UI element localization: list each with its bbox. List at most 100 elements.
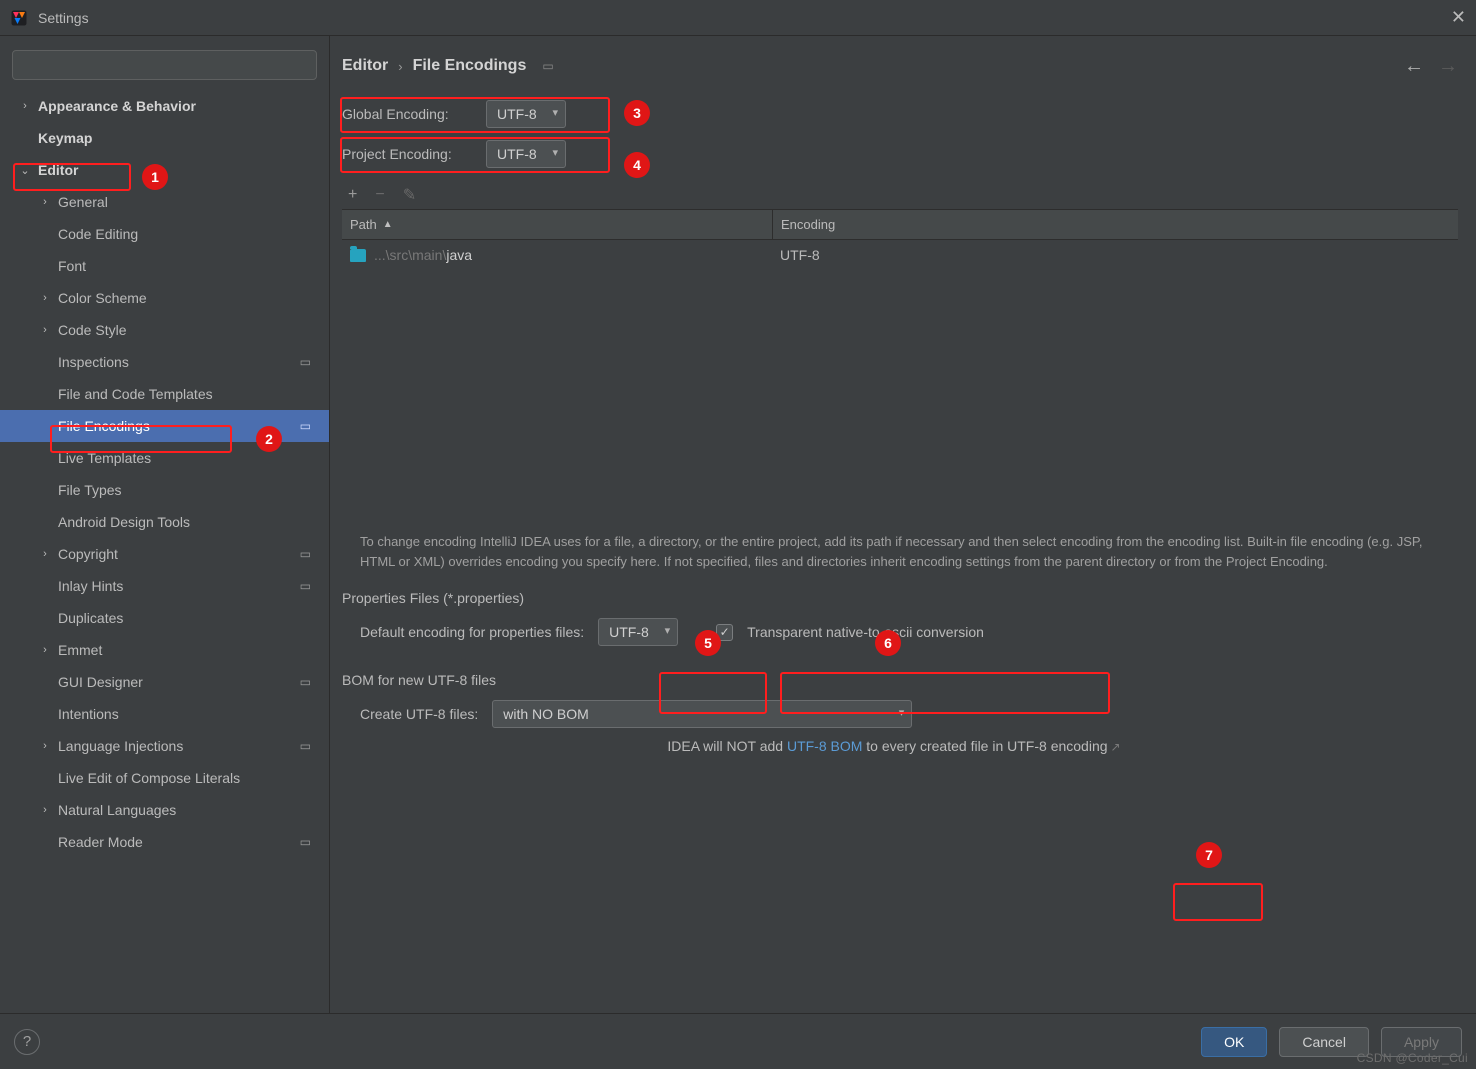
- chevron-icon: ›: [18, 100, 32, 112]
- tree-item-label: Code Style: [58, 322, 126, 338]
- help-icon[interactable]: ?: [14, 1029, 40, 1055]
- tree-item-live-edit-of-compose-literals[interactable]: Live Edit of Compose Literals: [0, 762, 329, 794]
- tree-item-gui-designer[interactable]: GUI Designer▭: [0, 666, 329, 698]
- project-scope-icon: ▭: [300, 739, 311, 753]
- nav-arrows: ← →: [1404, 55, 1458, 78]
- tree-item-label: Keymap: [38, 130, 92, 146]
- tree-item-label: File Encodings: [58, 418, 150, 434]
- tree-item-file-encodings[interactable]: File Encodings ▭: [0, 410, 329, 442]
- transparent-ascii-checkbox[interactable]: ✓: [716, 624, 733, 641]
- settings-tree: › Appearance & Behavior Keymap ⌄Editor › Gene…: [0, 90, 329, 1013]
- tree-item-label: Appearance & Behavior: [38, 98, 196, 114]
- close-icon[interactable]: ✕: [1451, 7, 1466, 28]
- chevron-icon: ›: [38, 740, 52, 752]
- back-icon[interactable]: ←: [1404, 55, 1424, 78]
- tree-item-reader-mode[interactable]: Reader Mode ▭: [0, 826, 329, 858]
- tree-item-label: File and Code Templates: [58, 386, 213, 402]
- tree-item-general[interactable]: › General: [0, 186, 329, 218]
- bom-note: IDEA will NOT add UTF-8 BOM to every cre…: [330, 736, 1458, 754]
- tree-item-language-injections[interactable]: ›Language Injections▭: [0, 730, 329, 762]
- tree-item-label: Reader Mode: [58, 834, 143, 850]
- project-scope-icon: ▭: [300, 579, 311, 593]
- tree-item-code-style[interactable]: › Code Style: [0, 314, 329, 346]
- tree-item-label: Natural Languages: [58, 802, 176, 818]
- tree-item-emmet[interactable]: ›Emmet: [0, 634, 329, 666]
- chevron-icon: ›: [38, 804, 52, 816]
- tree-item-label: General: [58, 194, 108, 210]
- project-scope-icon: ▭: [300, 419, 311, 433]
- tree-item-code-editing[interactable]: Code Editing: [0, 218, 329, 250]
- window-title: Settings: [38, 10, 1451, 26]
- tree-item-color-scheme[interactable]: › Color Scheme: [0, 282, 329, 314]
- tree-item-label: Font: [58, 258, 86, 274]
- create-utf8-combo[interactable]: with NO BOM: [492, 700, 912, 728]
- properties-default-combo[interactable]: UTF-8: [598, 618, 678, 646]
- tree-item-label: Live Templates: [58, 450, 151, 466]
- project-encoding-combo[interactable]: UTF-8: [486, 140, 566, 168]
- tree-item-inspections[interactable]: Inspections ▭: [0, 346, 329, 378]
- tree-item-intentions[interactable]: Intentions: [0, 698, 329, 730]
- tree-item-label: Intentions: [58, 706, 119, 722]
- project-scope-icon: ▭: [300, 547, 311, 561]
- search-input[interactable]: [12, 50, 317, 80]
- col-path-header[interactable]: Path: [350, 217, 377, 232]
- tree-item-android-design-tools[interactable]: Android Design Tools: [0, 506, 329, 538]
- utf8-bom-link[interactable]: UTF-8 BOM: [787, 738, 862, 754]
- bom-section-title: BOM for new UTF-8 files: [330, 654, 1458, 692]
- tree-item-natural-languages[interactable]: › Natural Languages: [0, 794, 329, 826]
- folder-icon: [350, 249, 366, 262]
- sidebar: › Appearance & Behavior Keymap ⌄Editor › Gene…: [0, 36, 330, 1013]
- tree-item-label: GUI Designer: [58, 674, 143, 690]
- edit-icon[interactable]: ✎: [403, 185, 416, 205]
- tree-item-inlay-hints[interactable]: Inlay Hints ▭: [0, 570, 329, 602]
- col-encoding-header[interactable]: Encoding: [781, 217, 835, 232]
- tree-item-appearance-behavior[interactable]: › Appearance & Behavior: [0, 90, 329, 122]
- tree-item-label: File Types: [58, 482, 122, 498]
- path-table: Path ▲ Encoding ...\src\main\javaUTF-8: [342, 210, 1458, 520]
- chevron-icon: ›: [38, 324, 52, 336]
- tree-item-label: Editor: [38, 162, 78, 178]
- help-text: To change encoding IntelliJ IDEA uses fo…: [330, 520, 1458, 572]
- tree-item-label: Inspections: [58, 354, 129, 370]
- table-row[interactable]: ...\src\main\javaUTF-8: [342, 240, 1458, 270]
- intellij-icon: [10, 9, 28, 27]
- bottom-bar: ? OK Cancel Apply: [0, 1013, 1476, 1069]
- project-scope-icon: ▭: [300, 355, 311, 369]
- tree-item-label: Emmet: [58, 642, 102, 658]
- row-encoding: UTF-8: [772, 247, 1458, 263]
- add-icon[interactable]: +: [348, 186, 357, 204]
- tree-item-label: Inlay Hints: [58, 578, 123, 594]
- tree-item-copyright[interactable]: ›Copyright▭: [0, 538, 329, 570]
- tree-item-keymap[interactable]: Keymap: [0, 122, 329, 154]
- tree-item-font[interactable]: Font: [0, 250, 329, 282]
- tree-item-label: Duplicates: [58, 610, 123, 626]
- transparent-ascii-label: Transparent native-to-ascii conversion: [747, 624, 984, 640]
- global-encoding-label: Global Encoding:: [342, 106, 472, 122]
- global-encoding-combo[interactable]: UTF-8: [486, 100, 566, 128]
- forward-icon: →: [1438, 55, 1458, 78]
- tree-item-label: Copyright: [58, 546, 118, 562]
- ok-button[interactable]: OK: [1201, 1027, 1267, 1057]
- chevron-icon: ›: [38, 292, 52, 304]
- project-scope-icon: ▭: [300, 835, 311, 849]
- tree-item-editor[interactable]: ⌄Editor: [0, 154, 329, 186]
- cancel-button[interactable]: Cancel: [1279, 1027, 1369, 1057]
- tree-item-duplicates[interactable]: Duplicates: [0, 602, 329, 634]
- tree-item-label: Code Editing: [58, 226, 138, 242]
- titlebar: Settings ✕: [0, 0, 1476, 36]
- tree-item-live-templates[interactable]: Live Templates: [0, 442, 329, 474]
- chevron-icon: ›: [38, 196, 52, 208]
- external-link-icon: ↗: [1111, 740, 1121, 754]
- tree-item-file-types[interactable]: File Types: [0, 474, 329, 506]
- tree-item-file-and-code-templates[interactable]: File and Code Templates: [0, 378, 329, 410]
- watermark: CSDN @Coder_Cui: [1357, 1051, 1468, 1065]
- table-toolbar: + − ✎: [342, 180, 1458, 210]
- project-encoding-label: Project Encoding:: [342, 146, 472, 162]
- breadcrumb-root[interactable]: Editor: [342, 57, 388, 75]
- tree-item-label: Color Scheme: [58, 290, 147, 306]
- sort-asc-icon[interactable]: ▲: [383, 219, 393, 230]
- properties-default-label: Default encoding for properties files:: [360, 624, 584, 640]
- project-scope-icon: ▭: [542, 59, 553, 73]
- remove-icon[interactable]: −: [375, 186, 384, 204]
- tree-item-label: Live Edit of Compose Literals: [58, 770, 240, 786]
